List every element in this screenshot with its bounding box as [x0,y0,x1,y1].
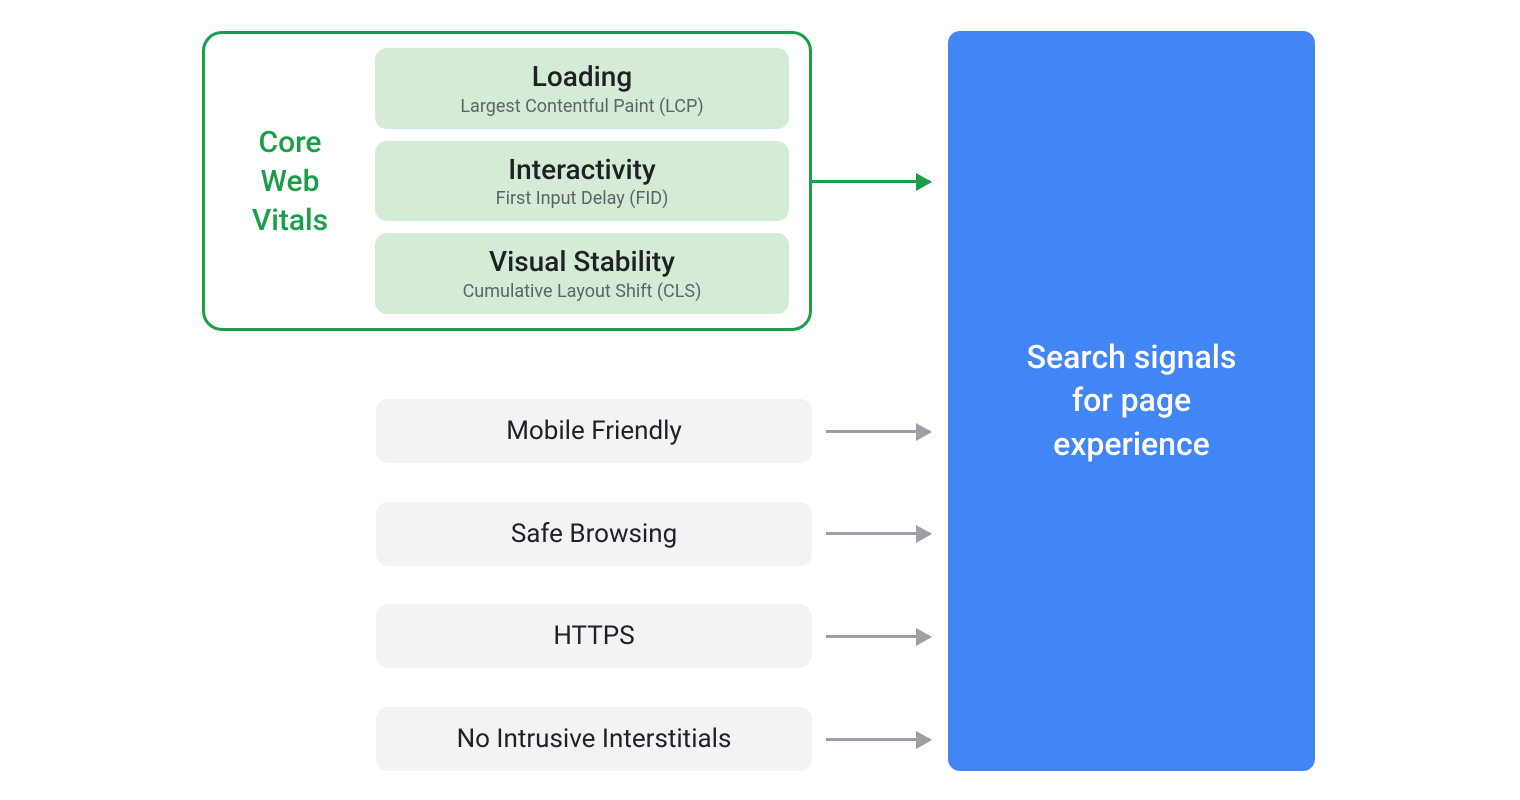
vital-interactivity: Interactivity First Input Delay (FID) [375,141,789,222]
arrow-interstitials [826,738,930,741]
destination-line-1: Search signals [1027,338,1237,376]
arrow-core-vitals [812,180,930,183]
label-line-1: Core [258,125,321,160]
signal-no-interstitials: No Intrusive Interstitials [376,707,812,771]
signal-https-label: HTTPS [553,621,634,651]
vital-stability-title: Visual Stability [395,245,769,279]
vital-interactivity-title: Interactivity [395,153,769,187]
search-signals-destination: Search signals for page experience [948,31,1315,771]
vital-loading-title: Loading [395,60,769,94]
vital-stability: Visual Stability Cumulative Layout Shift… [375,233,789,314]
label-line-2: Web [261,164,320,199]
destination-text: Search signals for page experience [1027,336,1237,466]
vital-loading: Loading Largest Contentful Paint (LCP) [375,48,789,129]
arrow-safe [826,532,930,535]
signal-safe-browsing: Safe Browsing [376,502,812,566]
destination-line-3: experience [1053,425,1210,463]
signal-https: HTTPS [376,604,812,668]
signal-mobile-label: Mobile Friendly [506,416,682,446]
signal-mobile-friendly: Mobile Friendly [376,399,812,463]
signal-interstitials-label: No Intrusive Interstitials [457,724,732,754]
vital-loading-subtitle: Largest Contentful Paint (LCP) [395,96,769,117]
vital-stability-subtitle: Cumulative Layout Shift (CLS) [395,281,769,302]
arrow-mobile [826,430,930,433]
core-web-vitals-group: Core Web Vitals Loading Largest Contentf… [202,31,812,331]
page-experience-diagram: Core Web Vitals Loading Largest Contentf… [0,0,1520,800]
core-web-vitals-label: Core Web Vitals [225,123,355,240]
label-line-3: Vitals [252,203,328,238]
vital-interactivity-subtitle: First Input Delay (FID) [395,188,769,209]
core-vitals-items: Loading Largest Contentful Paint (LCP) I… [375,48,789,314]
destination-line-2: for page [1072,381,1191,419]
signal-safe-label: Safe Browsing [511,519,677,549]
arrow-https [826,635,930,638]
